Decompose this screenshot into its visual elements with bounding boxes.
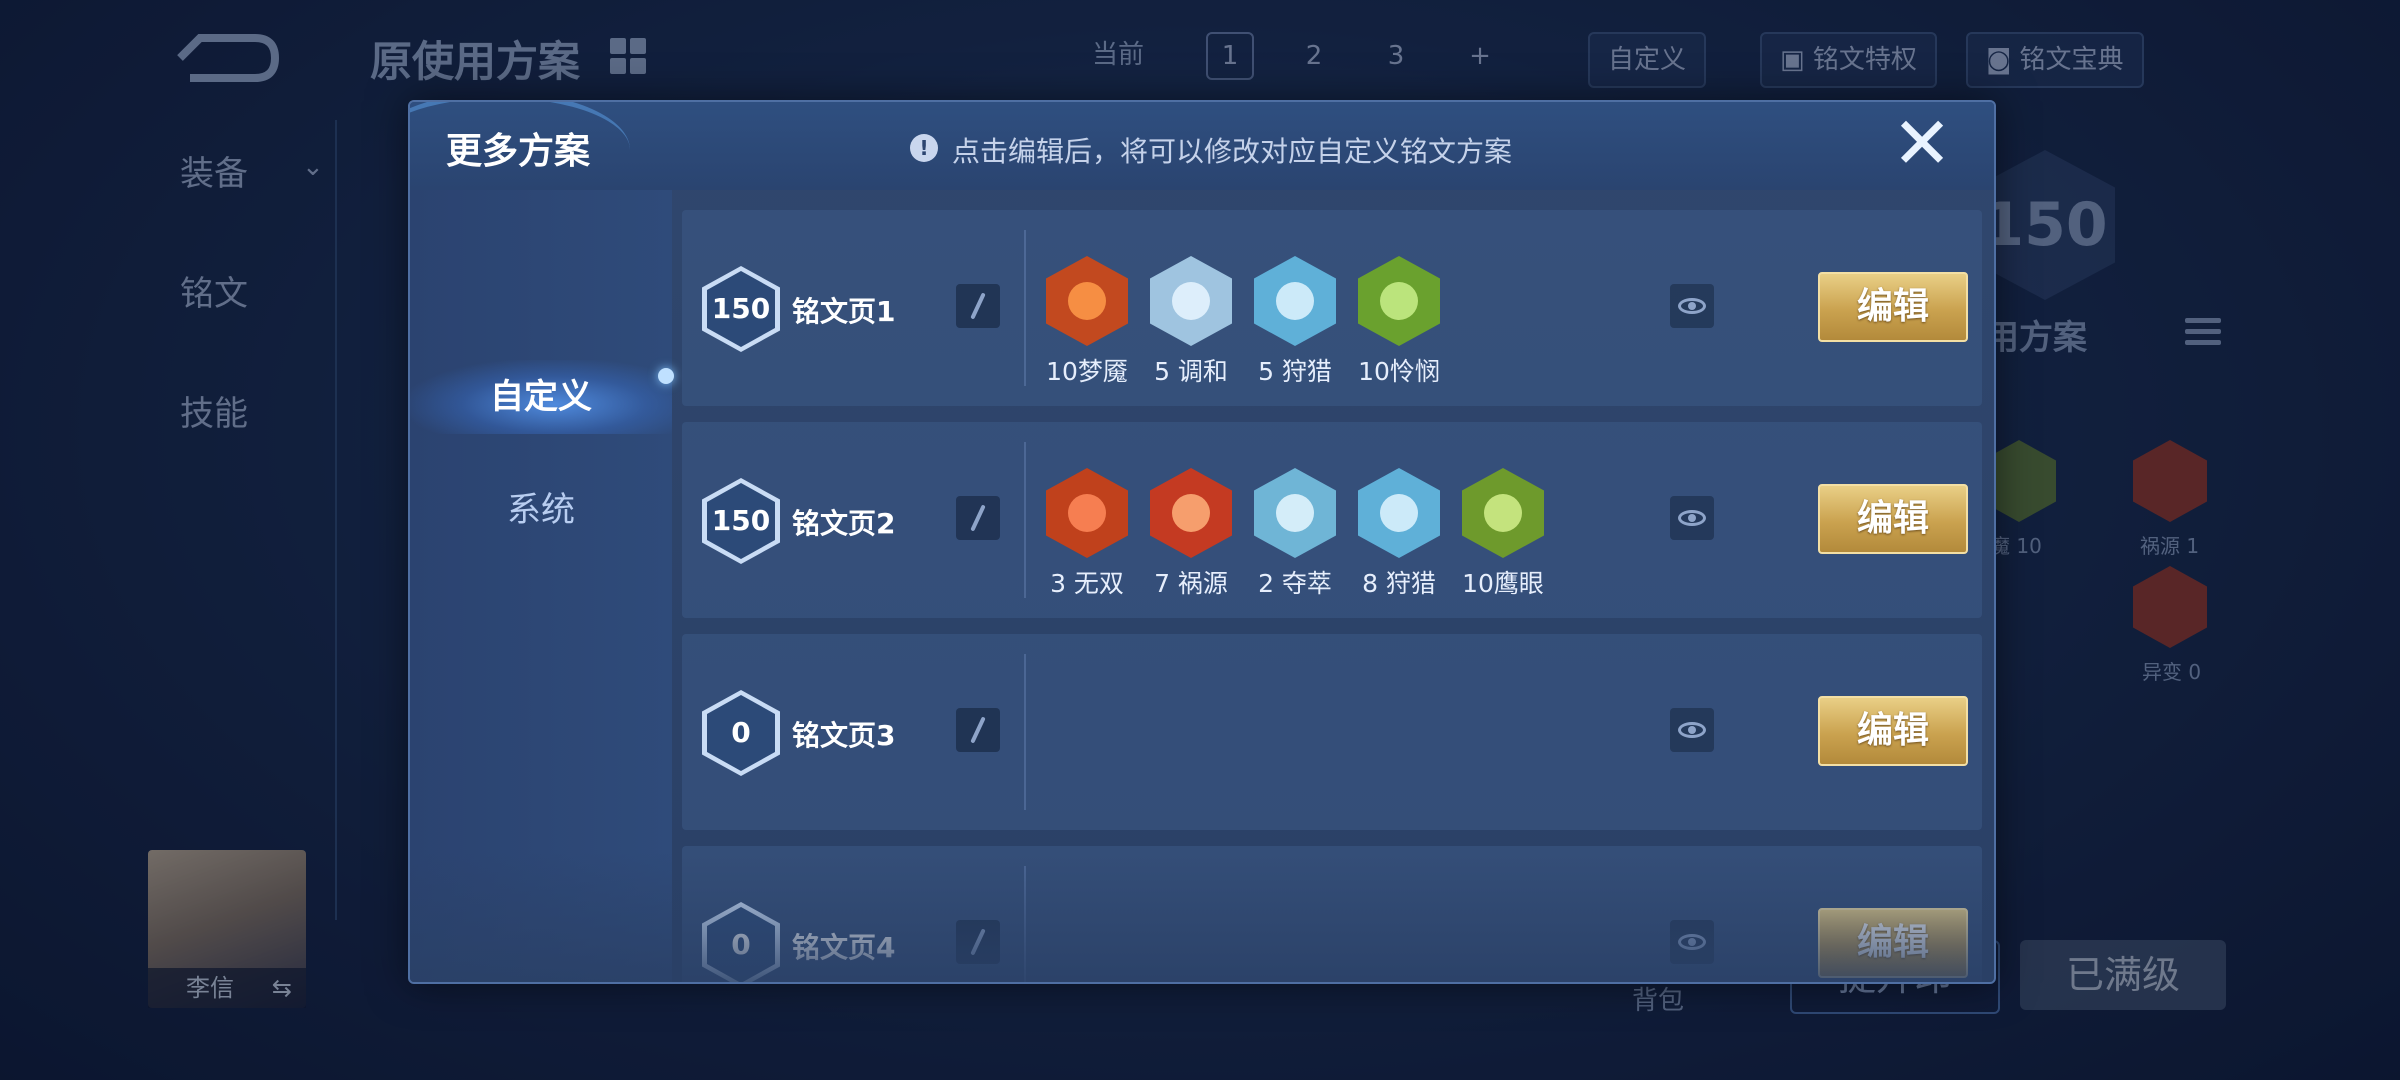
rune-perk-label: 铭文特权	[1812, 45, 1917, 75]
tab-custom[interactable]: 自定义	[410, 360, 672, 434]
level-value: 0	[707, 695, 775, 771]
rune-page-name: 铭文页1	[792, 295, 896, 328]
hero-name-bar[interactable]: 李信 ⇆	[148, 968, 306, 1008]
chevron-down-icon: ⌄	[302, 152, 324, 182]
plan-title: 原使用方案	[370, 37, 581, 86]
page-tab-2[interactable]: 2	[1290, 32, 1338, 80]
swap-icon[interactable]: ⇆	[272, 968, 292, 1008]
rune-label: 10鹰眼	[1462, 569, 1544, 598]
codex-icon: ◙	[1986, 45, 2020, 75]
level-badge: 0	[702, 690, 780, 776]
bg-rune-icon	[2133, 440, 2207, 522]
bag-label: 背包	[1632, 986, 1685, 1016]
rune-seize-icon	[1254, 468, 1336, 558]
row-divider	[1024, 230, 1026, 386]
plan-type-sidebar: 自定义 系统	[410, 190, 674, 982]
eye-icon[interactable]	[1670, 496, 1714, 540]
rune-hunt-icon	[1254, 256, 1336, 346]
row-divider	[1024, 866, 1026, 982]
rune-calamity-icon	[1150, 468, 1232, 558]
rune-label: 8 狩猎	[1362, 569, 1436, 598]
rune-codex-label: 铭文宝典	[2019, 45, 2124, 75]
eye-icon[interactable]	[1670, 920, 1714, 964]
edit-hint: 点击编辑后，将可以修改对应自定义铭文方案	[952, 135, 1513, 168]
rune-label: 5 狩猎	[1258, 357, 1332, 386]
hero-name: 李信	[186, 974, 234, 1002]
rune-harmony-icon	[1150, 256, 1232, 346]
custom-button[interactable]: 自定义	[1588, 32, 1707, 88]
rune-page-name: 铭文页4	[792, 931, 896, 964]
rune-page-row: 150 铭文页2 3 无双 7 祸源 2 夺萃 8 狩猎 10鹰眼 编辑	[682, 422, 1982, 618]
nav-runes[interactable]: 铭文	[180, 266, 248, 315]
level-badge: 150	[702, 478, 780, 564]
eye-icon[interactable]	[1670, 708, 1714, 752]
bg-rune-label: 异变 0	[2142, 660, 2202, 684]
rename-icon[interactable]	[956, 284, 1000, 328]
rune-nightmare-icon	[1046, 256, 1128, 346]
modal-header: 更多方案 ! 点击编辑后，将可以修改对应自定义铭文方案 ✕	[410, 102, 1994, 190]
back-arrow-icon	[177, 34, 280, 82]
rune-label: 5 调和	[1154, 357, 1228, 386]
row-divider	[1024, 654, 1026, 810]
rune-page-name: 铭文页3	[792, 719, 896, 752]
close-icon[interactable]: ✕	[1890, 107, 1954, 179]
maxed-button: 已满级	[2020, 940, 2226, 1010]
edit-button[interactable]: 编辑	[1818, 484, 1968, 554]
page-tab-1[interactable]: 1	[1206, 32, 1254, 80]
info-icon: !	[910, 134, 938, 162]
rune-codex-button[interactable]: ◙ 铭文宝典	[1966, 32, 2144, 88]
modal-title: 更多方案	[446, 131, 591, 172]
rune-hawkeye-icon	[1462, 468, 1544, 558]
rename-icon[interactable]	[956, 496, 1000, 540]
nav-divider	[335, 120, 337, 920]
rune-mercy-icon	[1358, 256, 1440, 346]
edit-button[interactable]: 编辑	[1818, 696, 1968, 766]
rune-page-row: 0 铭文页3 编辑	[682, 634, 1982, 830]
rune-label: 7 祸源	[1154, 569, 1228, 598]
rune-hunt-icon	[1358, 468, 1440, 558]
nav-equipment[interactable]: 装备	[180, 146, 248, 195]
add-page-button[interactable]: +	[1456, 32, 1504, 80]
eye-icon[interactable]	[1670, 284, 1714, 328]
book-icon: ▣	[1780, 45, 1813, 75]
level-value: 150	[707, 483, 775, 559]
menu-icon[interactable]	[2185, 318, 2221, 351]
rune-peerless-icon	[1046, 468, 1128, 558]
rune-label: 10梦魇	[1046, 357, 1128, 386]
bg-rune-label: 魔 10	[1990, 534, 2042, 558]
rename-icon[interactable]	[956, 708, 1000, 752]
back-button[interactable]	[170, 28, 280, 88]
rune-page-name: 铭文页2	[792, 507, 896, 540]
rune-page-row: 0 铭文页4 编辑	[682, 846, 1982, 982]
active-tab-indicator	[658, 368, 674, 384]
bg-plan-label: 用方案	[1985, 318, 2087, 358]
page-tab-3[interactable]: 3	[1372, 32, 1420, 80]
rune-page-row: 150 铭文页1 10梦魇 5 调和 5 狩猎 10怜悯 编辑	[682, 210, 1982, 406]
level-value: 150	[707, 271, 775, 347]
nav-skills[interactable]: 技能	[180, 386, 248, 435]
rune-label: 2 夺萃	[1258, 569, 1332, 598]
grid-icon[interactable]	[610, 38, 646, 74]
level-badge: 150	[702, 266, 780, 352]
more-plans-modal: 更多方案 ! 点击编辑后，将可以修改对应自定义铭文方案 ✕ 自定义 系统 150…	[408, 100, 1996, 984]
level-badge: 0	[702, 902, 780, 982]
rename-icon[interactable]	[956, 920, 1000, 964]
bg-rune-label: 祸源 1	[2140, 534, 2200, 558]
rune-label: 3 无双	[1050, 569, 1124, 598]
edit-button[interactable]: 编辑	[1818, 908, 1968, 978]
current-page-label: 当前	[1092, 40, 1145, 70]
bg-rune-icon	[2133, 566, 2207, 648]
row-divider	[1024, 442, 1026, 598]
rune-perk-button[interactable]: ▣ 铭文特权	[1760, 32, 1937, 88]
level-value: 0	[707, 907, 775, 982]
edit-button[interactable]: 编辑	[1818, 272, 1968, 342]
bg-level-badge: 150	[1975, 150, 2115, 300]
tab-system[interactable]: 系统	[410, 480, 672, 540]
rune-label: 10怜悯	[1358, 357, 1440, 386]
